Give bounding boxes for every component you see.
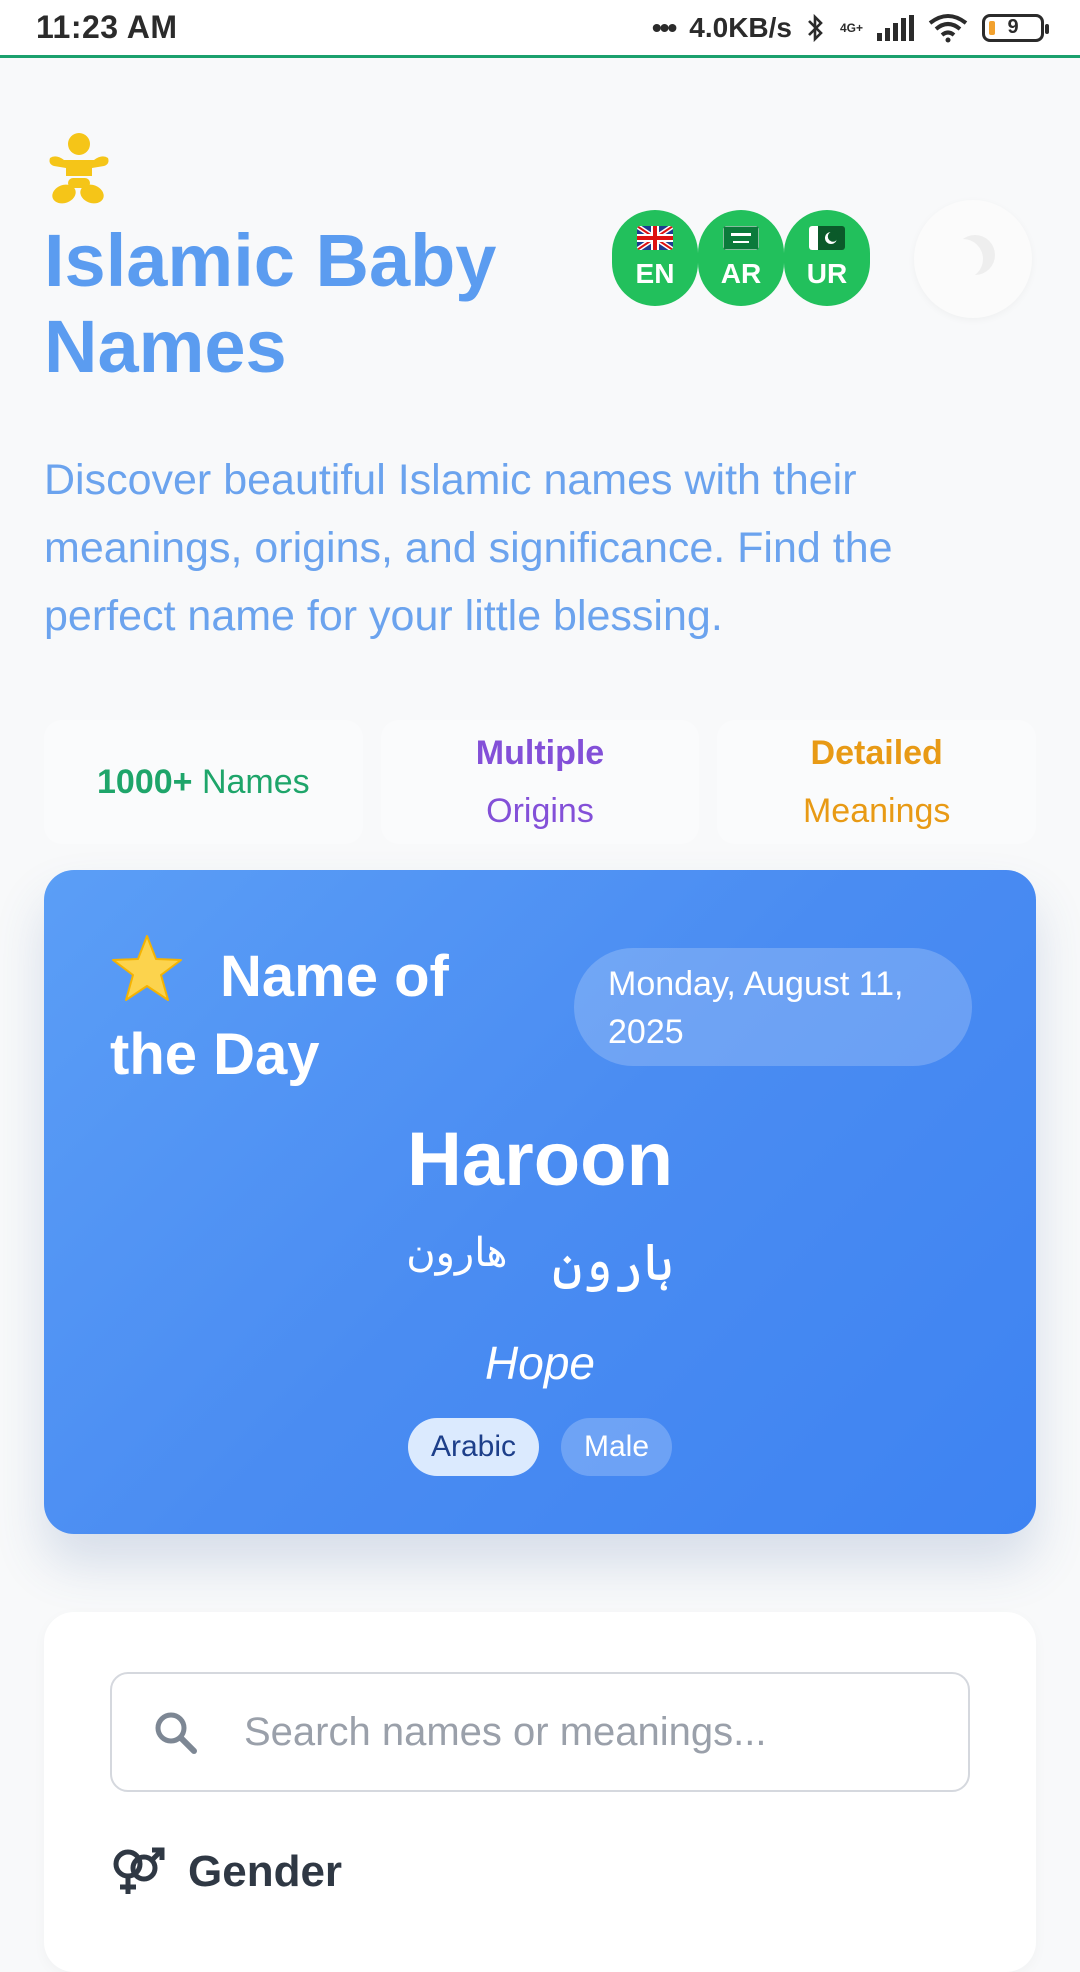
network-type: 4G+ [839, 20, 863, 35]
status-bar: 11:23 AM ••• 4.0KB/s 4G+ 9 [0, 0, 1080, 58]
signal-icon [877, 14, 914, 41]
uk-flag-icon [637, 226, 673, 250]
moon-icon [943, 239, 983, 279]
stat-names: 1000+ Names [44, 720, 363, 844]
wifi-icon [928, 13, 968, 42]
stat-value: Multiple [475, 734, 605, 772]
battery-icon: 9 [982, 13, 1049, 42]
featured-name-tags: Arabic Male [44, 1418, 1036, 1476]
featured-name-scripts: ہارون هارون [44, 1230, 1036, 1293]
network-speed: 4.0KB/s [689, 11, 792, 43]
language-code: EN [635, 258, 675, 289]
app-title: Islamic Baby Names [44, 219, 497, 388]
language-button-en[interactable]: EN [612, 210, 698, 306]
theme-toggle-button[interactable] [914, 200, 1032, 318]
stat-value: Detailed [810, 734, 943, 772]
baby-icon [49, 133, 109, 204]
more-dots-icon: ••• [651, 11, 677, 43]
name-of-the-day-card[interactable]: Name of the Day Monday, August 11, 2025 … [44, 870, 1036, 1534]
stat-meanings: Detailed Meanings [717, 720, 1037, 844]
featured-name-urdu: ہارون [551, 1233, 674, 1293]
battery-level: 9 [1007, 16, 1019, 38]
bluetooth-icon [808, 13, 823, 42]
search-input[interactable] [242, 1708, 942, 1756]
status-icons: ••• 4.0KB/s 4G+ 9 [651, 11, 1049, 44]
gender-filter-label: Gender [110, 1846, 342, 1898]
language-code: AR [720, 258, 762, 289]
stat-value: 1000+ [97, 763, 193, 801]
saudi-flag-icon [723, 226, 759, 250]
stats-row: 1000+ Names Multiple Origins Detailed Mean… [44, 720, 1037, 844]
stat-label: Names [192, 763, 310, 801]
featured-name: Haroon [407, 1117, 673, 1202]
search-icon [155, 1712, 197, 1754]
featured-name-arabic: هارون [406, 1230, 508, 1276]
name-of-the-day-heading: Name of the Day [110, 932, 510, 1094]
language-button-ur[interactable]: UR [784, 210, 870, 306]
language-button-ar[interactable]: AR [698, 210, 784, 306]
gender-label-text: Gender [188, 1847, 343, 1896]
search-box[interactable] [110, 1672, 970, 1792]
gender-icon [113, 1847, 165, 1894]
language-switcher: EN AR UR [612, 210, 870, 306]
app-subtitle: Discover beautiful Islamic names with th… [44, 456, 893, 640]
stat-label: Meanings [802, 792, 951, 830]
status-time: 11:23 AM [36, 9, 178, 45]
star-icon [112, 935, 182, 1001]
date-badge: Monday, August 11, 2025 [574, 948, 972, 1066]
stat-origins: Multiple Origins [380, 720, 700, 844]
pakistan-flag-icon [809, 226, 845, 250]
gender-badge: Male [561, 1418, 673, 1476]
filters-panel: Gender [44, 1612, 1036, 1972]
featured-name-meaning: Hope [485, 1337, 595, 1389]
stat-label: Origins [486, 792, 594, 830]
origin-badge: Arabic [407, 1418, 539, 1476]
language-code: UR [806, 258, 848, 289]
